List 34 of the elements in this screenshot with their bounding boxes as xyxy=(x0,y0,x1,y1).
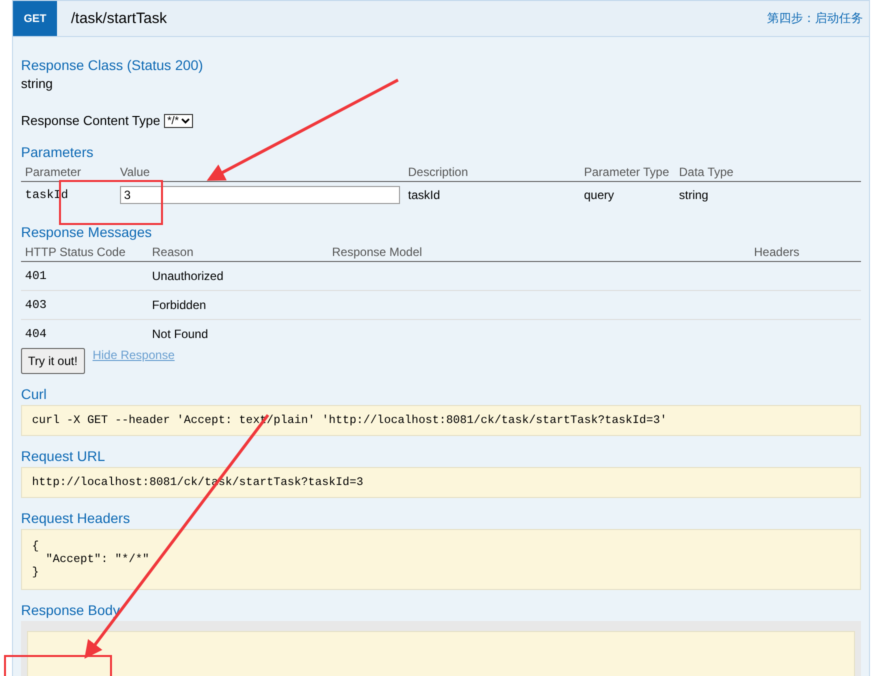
section-title: Request URL xyxy=(21,448,106,464)
section-title: Response Class (Status 200) xyxy=(21,57,204,73)
try-it-out-button[interactable]: Try it out! xyxy=(21,348,85,374)
table-cell-text: Unauthorized xyxy=(152,269,224,283)
request-headers: { "Accept": "*/*" } xyxy=(21,529,861,590)
column-header: Description xyxy=(408,165,470,179)
status-code: 404 xyxy=(25,327,48,341)
column-header: HTTP Status Code xyxy=(25,245,126,259)
method-badge: GET xyxy=(13,1,57,36)
column-header: Parameter xyxy=(25,165,82,179)
parameter-value-field[interactable]: 3 xyxy=(120,186,400,204)
column-header: Reason xyxy=(152,245,194,259)
chevron-icon xyxy=(180,118,190,124)
column-header: Response Model xyxy=(332,245,424,259)
section-title: Response Messages xyxy=(21,224,153,240)
table-cell-text: query xyxy=(584,188,616,202)
endpoint-path[interactable]: /task/startTask xyxy=(71,10,767,27)
column-header: Value xyxy=(120,165,151,179)
content-type-label: Response Content Type xyxy=(21,113,160,128)
endpoint-summary[interactable]: 第四步：启动任务 xyxy=(767,10,863,27)
content-type-select[interactable]: */* xyxy=(164,114,193,128)
column-header: Parameter Type xyxy=(584,165,670,179)
column-header: Headers xyxy=(754,245,800,259)
section-title: Request Headers xyxy=(21,510,131,526)
section-title: Curl xyxy=(21,386,48,402)
table-cell-text: Forbidden xyxy=(152,298,208,312)
section-title: Parameters xyxy=(21,144,94,160)
response-type: string xyxy=(21,76,54,91)
table-cell-text: Not Found xyxy=(152,327,210,341)
status-code: 401 xyxy=(25,269,48,283)
status-code: 403 xyxy=(25,298,48,312)
table-cell-text: string xyxy=(679,188,710,202)
table-cell-text: taskId xyxy=(408,188,442,202)
column-header: Data Type xyxy=(679,165,734,179)
